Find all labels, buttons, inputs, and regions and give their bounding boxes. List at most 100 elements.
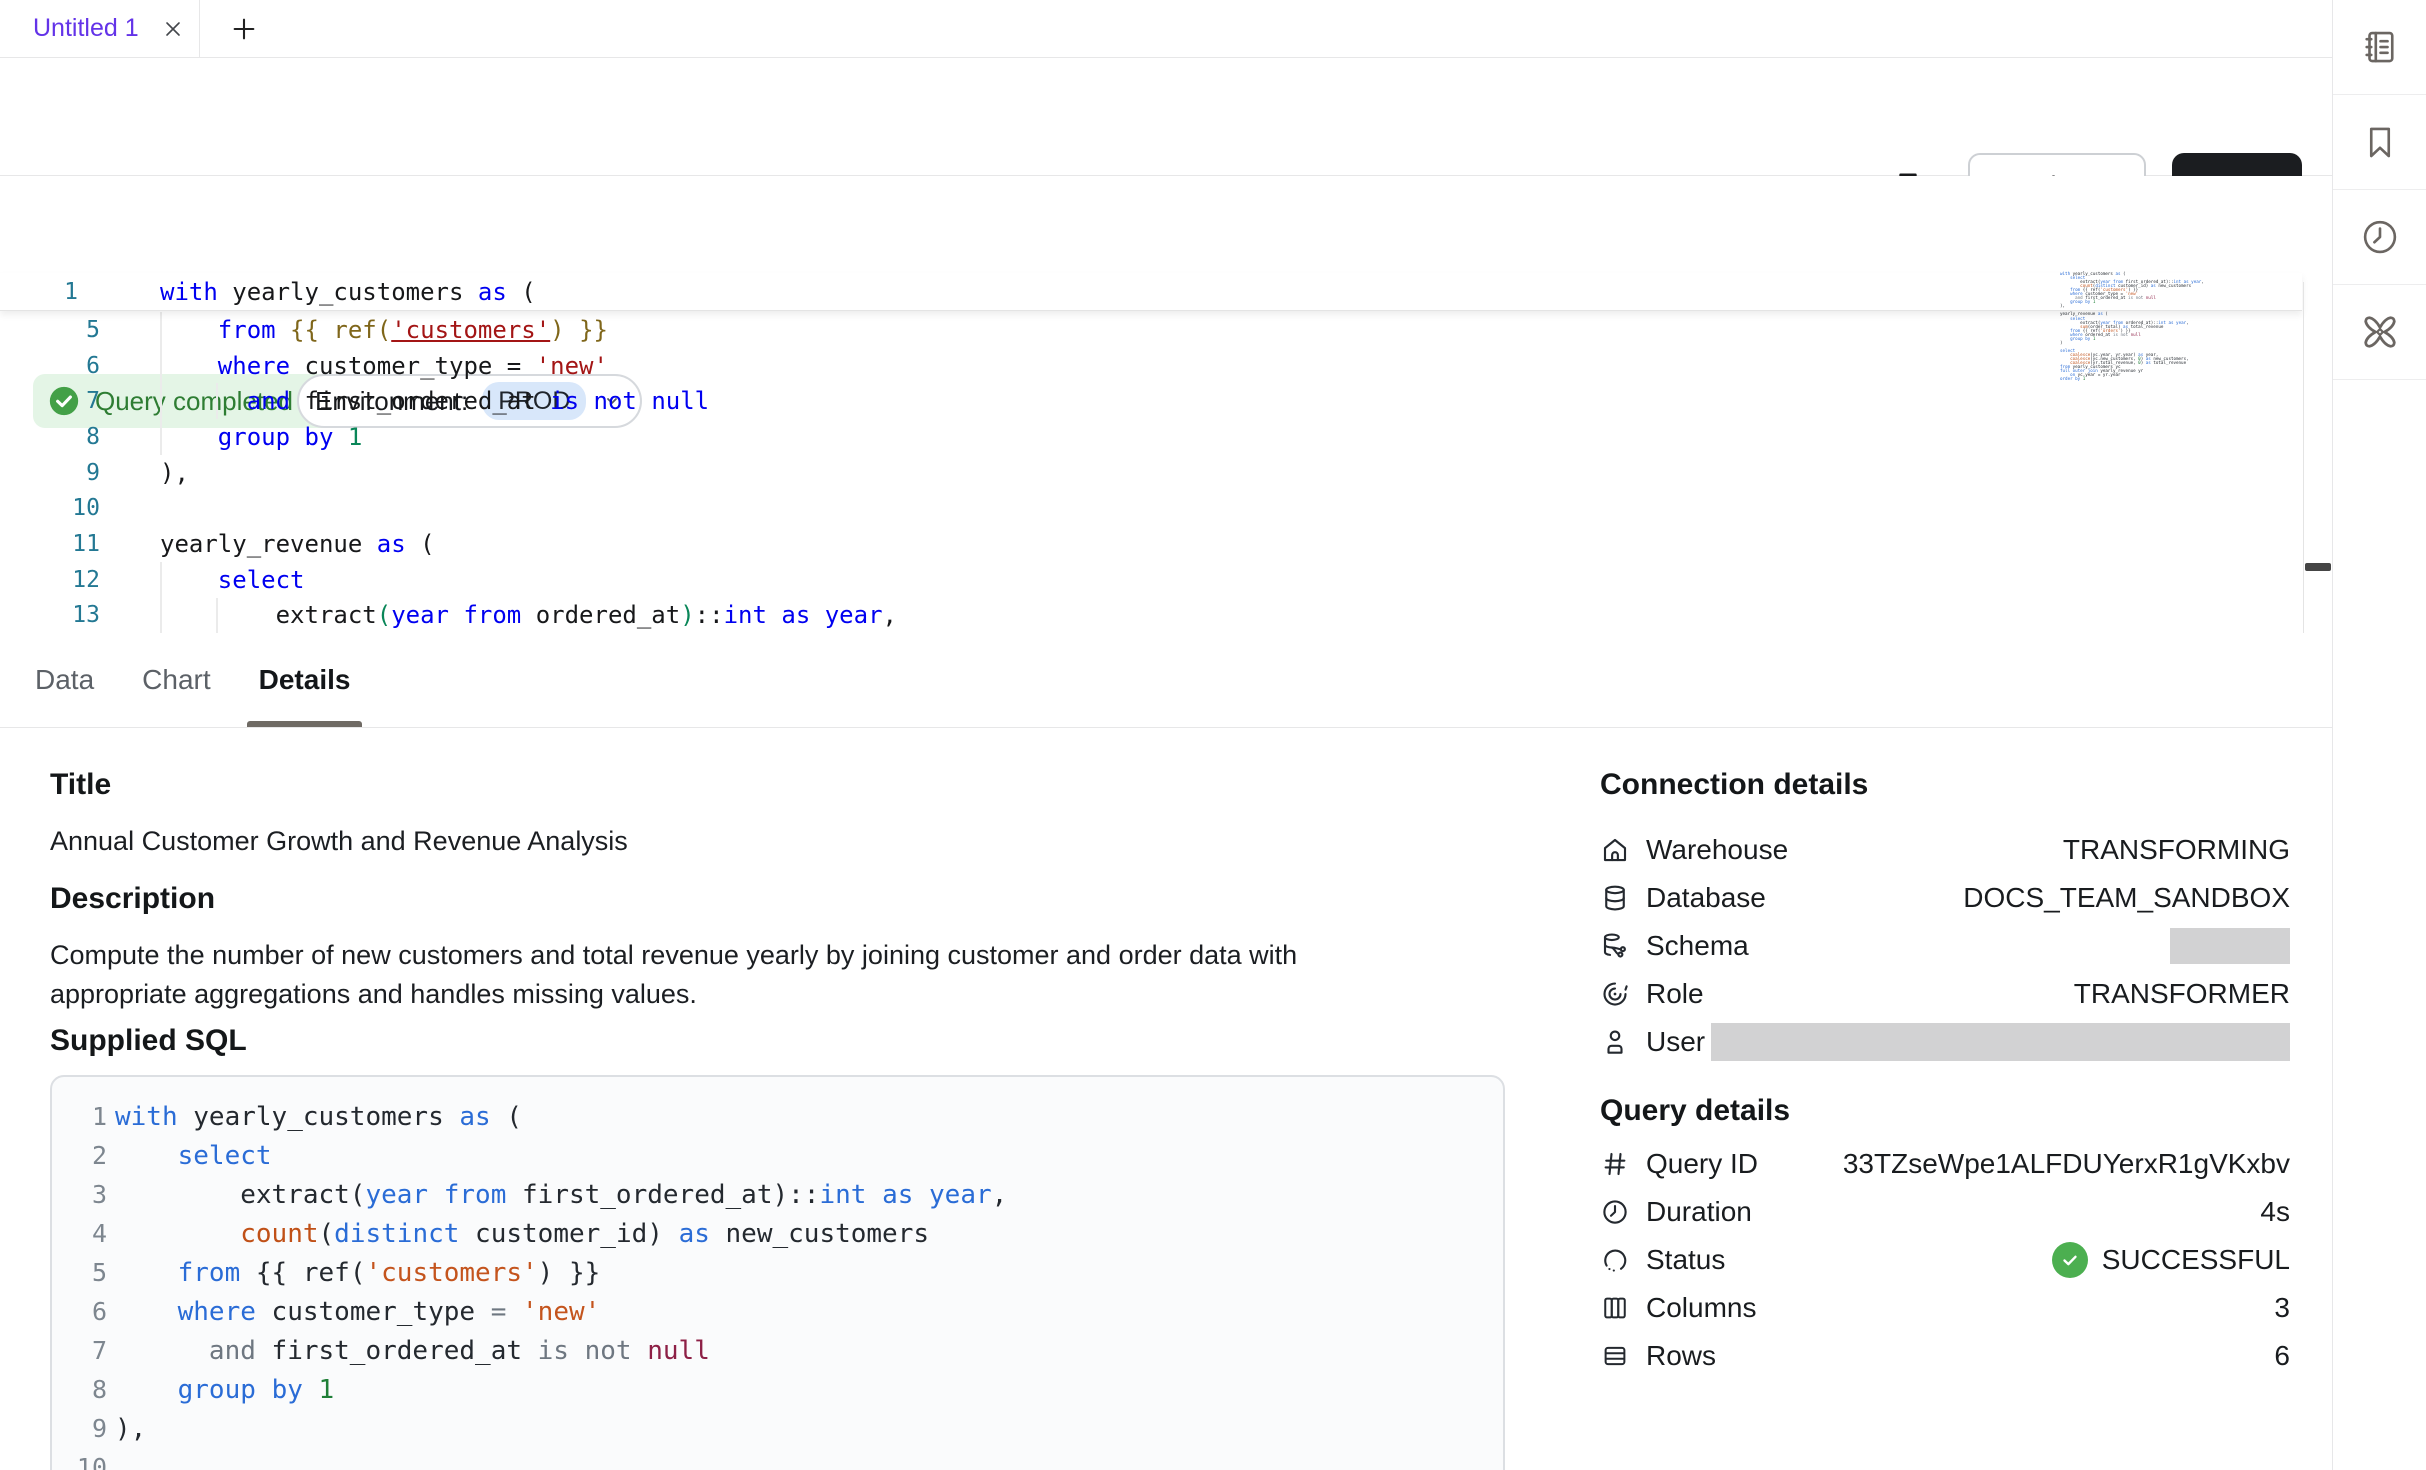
sql-ide-window: Untitled 1 Develop Run [0,0,2426,1470]
editor-line: 8 group by 1 [0,419,2302,455]
line-number: 12 [0,567,100,593]
connection-details-rows: Warehouse TRANSFORMING DatabaseDOCS_TEAM_S… [1600,826,2290,1066]
sql-block-line: 1with yearly_customers as ( [52,1097,1503,1136]
code-line: from {{ ref('customers') }} [115,1258,600,1288]
line-number: 5 [0,317,100,343]
line-number: 4 [52,1219,107,1248]
description-value: Compute the number of new customers and … [50,936,1440,1014]
editor-line: 10 [0,490,2302,526]
connection-row-role: RoleTRANSFORMER [1600,970,2290,1018]
detail-value: 33TZseWpe1ALFDUYerxR1gVKxbv [1843,1148,2290,1180]
clock-icon [1600,1196,1632,1228]
description-heading: Description [50,882,215,916]
line-number: 10 [0,495,100,521]
editor-line: 12 select [0,562,2302,598]
line-number: 13 [0,602,100,628]
code-line: from {{ ref('customers') }} [160,316,608,344]
tab-data[interactable]: Data [23,633,106,727]
detail-label: Rows [1646,1340,1716,1372]
detail-label: Role [1646,978,1704,1010]
line-number: 2 [52,1141,107,1170]
detail-label: Duration [1646,1196,1752,1228]
scrollbar-thumb[interactable] [2305,563,2331,571]
plus-icon [230,15,258,43]
success-check-icon [2052,1242,2088,1278]
line-number: 6 [52,1297,107,1326]
sidebar-item-copilot[interactable] [2333,285,2426,380]
file-tab-untitled-1[interactable]: Untitled 1 [0,0,200,57]
line-number: 8 [0,424,100,450]
supplied-sql-heading: Supplied SQL [50,1024,247,1058]
detail-value: TRANSFORMING [2063,834,2290,866]
user-icon [1600,1026,1632,1058]
bookmark-icon [2359,121,2401,163]
detail-value: 6 [2274,1340,2290,1372]
connection-row-database: DatabaseDOCS_TEAM_SANDBOX [1600,874,2290,922]
detail-value: SUCCESSFUL [2052,1242,2290,1278]
results-tab-bar: Data Chart Details [0,633,2332,728]
spinner-icon [1600,1244,1632,1276]
sparkle-pinwheel-icon [2358,310,2402,354]
code-line: yearly_revenue as ( [160,530,435,558]
code-line: and first_ordered_at is not null [160,387,709,415]
redacted-value [2170,928,2290,964]
code-line: where customer_type = 'new' [160,352,608,380]
detail-label: Schema [1646,930,1749,962]
role-icon [1600,978,1632,1010]
line-number: 11 [0,531,100,557]
detail-label: Warehouse [1646,834,1788,866]
connection-row-schema: Schema [1600,922,2290,970]
line-number: 5 [52,1258,107,1287]
query-row-columns: Columns3 [1600,1284,2290,1332]
code-line: group by 1 [115,1375,334,1405]
editor-scrollbar[interactable] [2303,282,2331,633]
line-number: 6 [0,353,100,379]
code-lines[interactable]: 5 from {{ ref('customers') }} 6 where cus… [0,312,2302,633]
file-tab-title: Untitled 1 [33,14,139,43]
code-line: select [115,1141,272,1171]
rows-icon [1600,1340,1632,1372]
code-line [160,494,174,522]
query-row-duration: Duration4s [1600,1188,2290,1236]
sidebar-item-notebook[interactable] [2333,0,2426,95]
detail-label: Columns [1646,1292,1756,1324]
clock-icon [2359,216,2401,258]
warehouse-icon [1600,834,1632,866]
editor-line: 11 yearly_revenue as ( [0,526,2302,562]
code-line: ), [160,459,189,487]
sidebar-item-bookmarks[interactable] [2333,95,2426,190]
tab-chart[interactable]: Chart [130,633,222,727]
database-icon [1600,882,1632,914]
sql-block-line: 7 and first_ordered_at is not null [52,1331,1503,1370]
sql-editor[interactable]: Query completed in 4s Environment: PROD … [0,176,2332,633]
sidebar-item-history[interactable] [2333,190,2426,285]
code-line: select [160,566,305,594]
detail-label: Query ID [1646,1148,1758,1180]
detail-label: Database [1646,882,1766,914]
connection-query-details-section: Connection details Warehouse TRANSFORMING… [1600,728,2290,1470]
connection-details-heading: Connection details [1600,768,1868,802]
editor-tab-bar: Untitled 1 [0,0,2332,58]
tab-details[interactable]: Details [247,633,363,727]
code-line: and first_ordered_at is not null [115,1336,710,1366]
sticky-scroll-line: 1 with yearly_customers as ( [0,273,2302,311]
line-number: 7 [52,1336,107,1365]
new-tab-button[interactable] [200,0,288,57]
code-line: group by 1 [160,423,362,451]
line-number: 1 [52,1102,107,1131]
query-row-query-id: Query ID 33TZseWpe1ALFDUYerxR1gVKxbv [1600,1140,2290,1188]
sql-block-line: 5 from {{ ref('customers') }} [52,1253,1503,1292]
detail-label: Status [1646,1244,1725,1276]
right-icon-sidebar [2332,0,2426,1470]
sql-block-line: 3 extract(year from first_ordered_at)::i… [52,1175,1503,1214]
columns-icon [1600,1292,1632,1324]
connection-row-warehouse: Warehouse TRANSFORMING [1600,826,2290,874]
editor-line: 7 and first_ordered_at is not null [0,383,2302,419]
editor-minimap[interactable]: with yearly_customers as ( select extrac… [2060,272,2196,381]
code-line: extract(year from ordered_at)::int as ye… [160,601,897,629]
line-number: 7 [0,388,100,414]
line-number: 10 [52,1453,107,1470]
editor-toolbar: Develop Run [0,58,2332,176]
close-tab-icon[interactable] [161,17,185,41]
query-details-rows: Query ID 33TZseWpe1ALFDUYerxR1gVKxbv Durat… [1600,1140,2290,1380]
